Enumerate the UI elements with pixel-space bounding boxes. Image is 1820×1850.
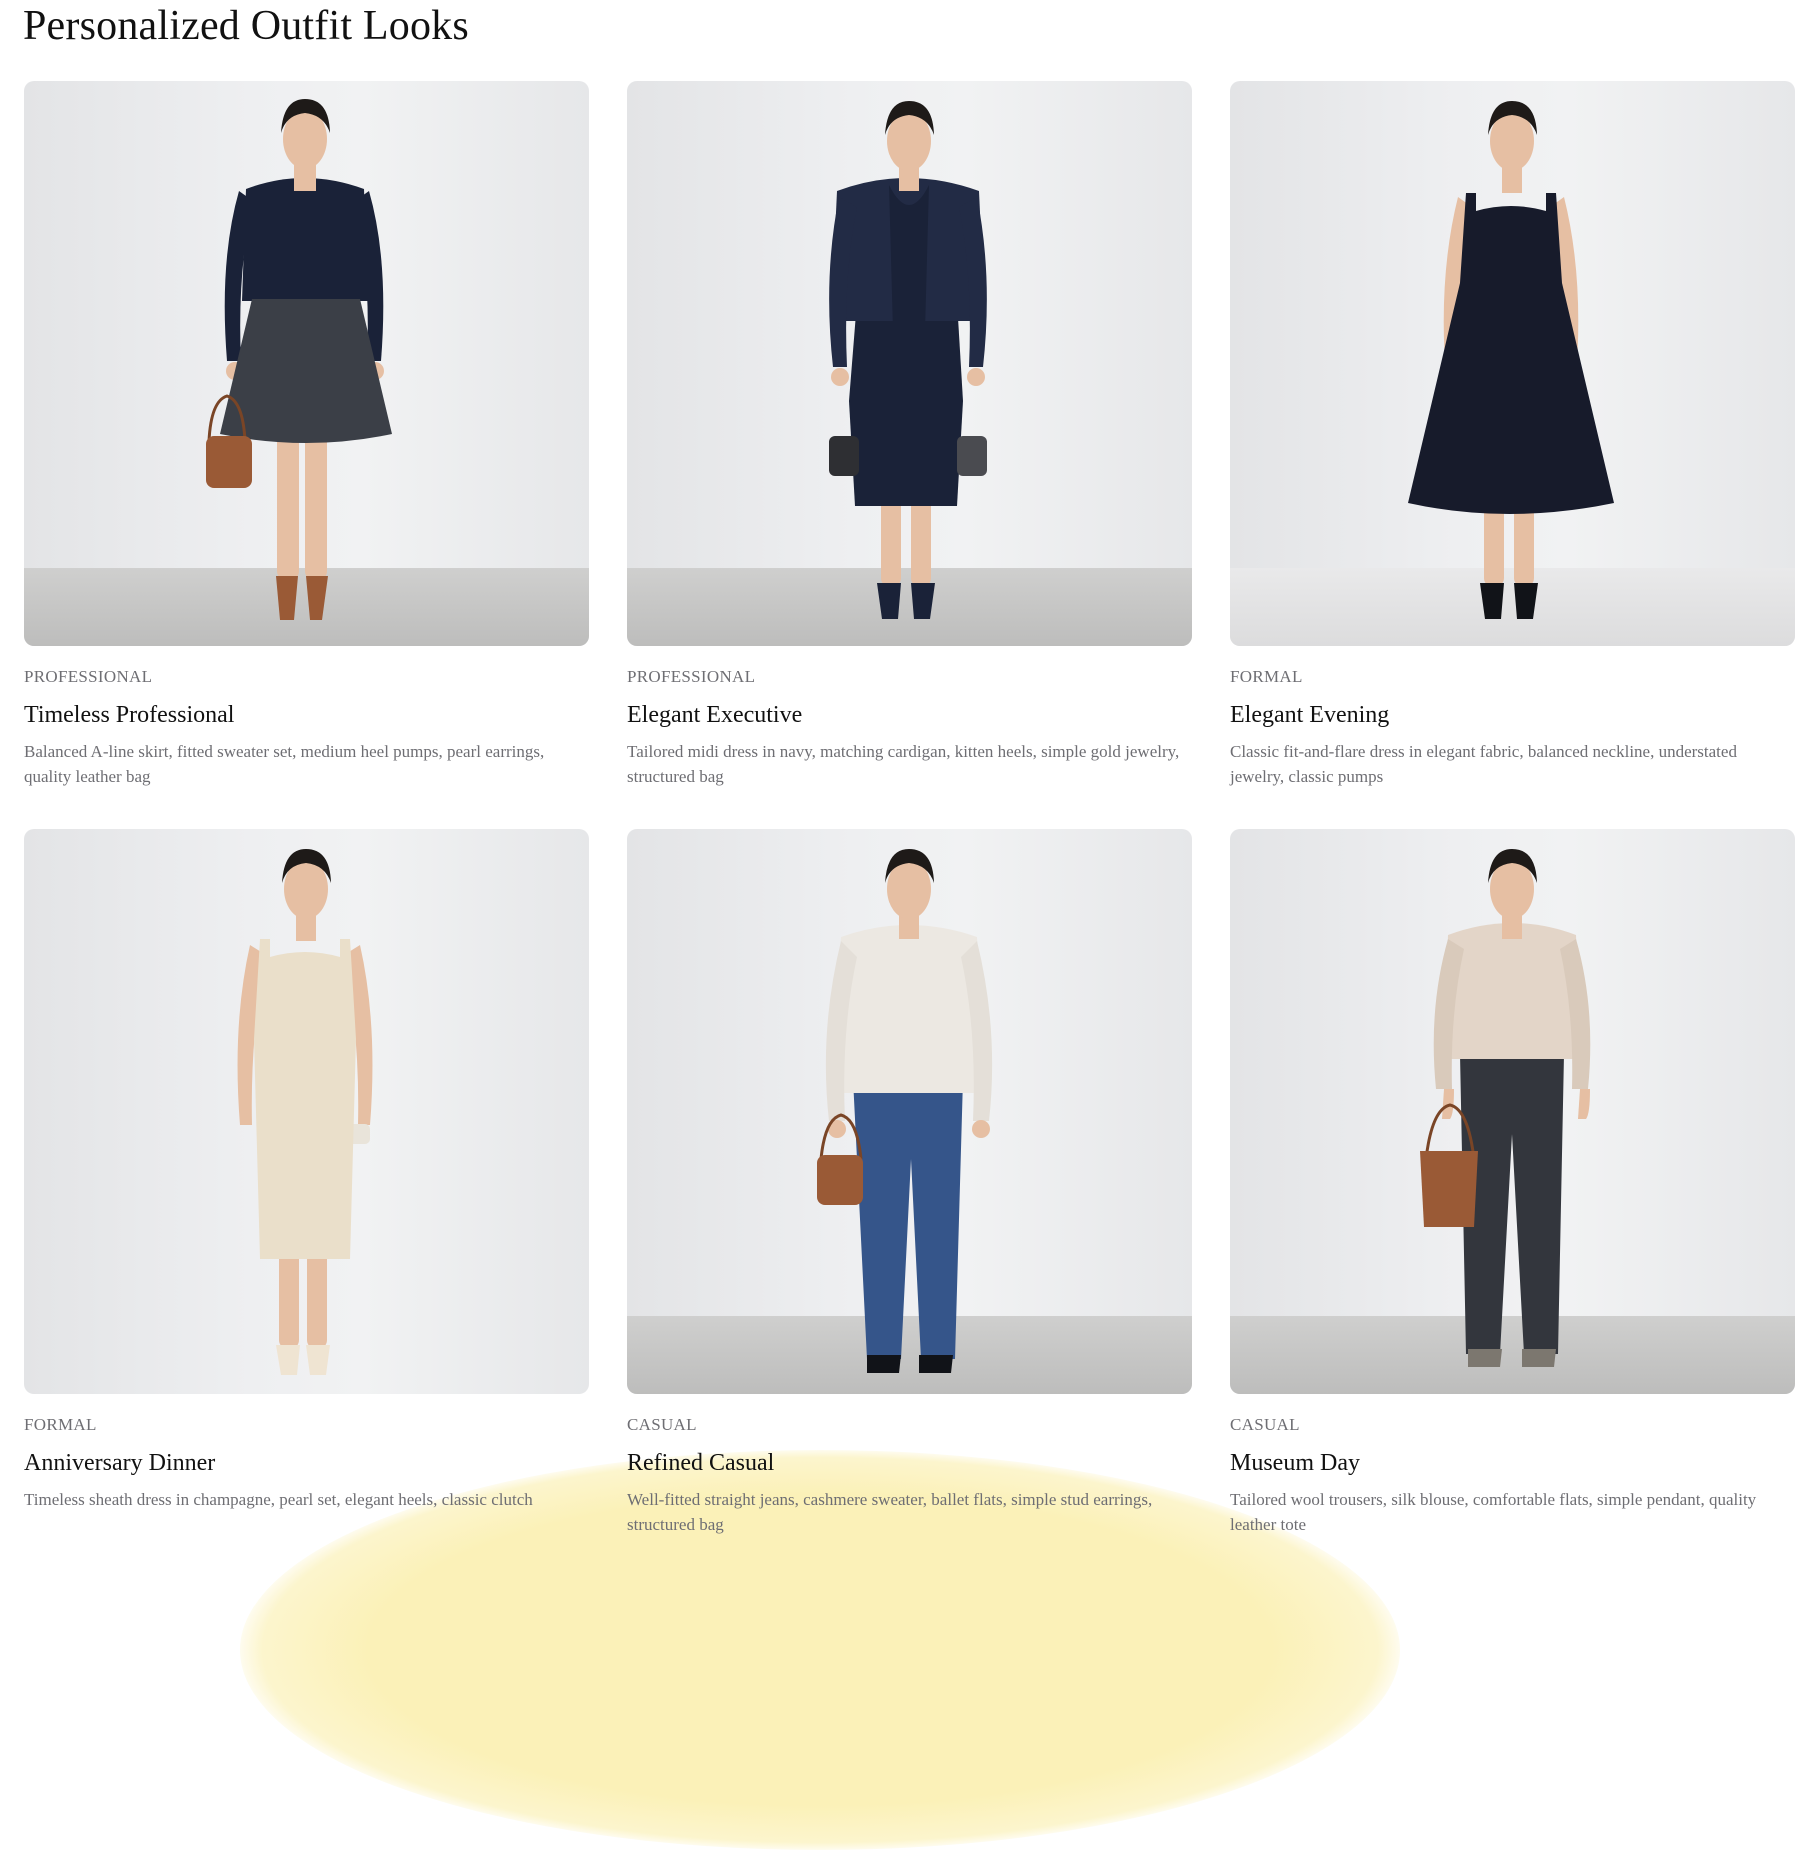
outfit-category: CASUAL bbox=[627, 1415, 697, 1434]
outfit-card-museum-day[interactable]: CASUAL Museum Day Tailored wool trousers… bbox=[1230, 829, 1795, 1537]
outfit-description: Tailored midi dress in navy, matching ca… bbox=[627, 742, 1180, 786]
outfit-category: CASUAL bbox=[1230, 1415, 1300, 1434]
model-figure-image bbox=[237, 849, 373, 1375]
outfit-photo[interactable] bbox=[24, 829, 589, 1394]
outfit-title[interactable]: Museum Day bbox=[1230, 1448, 1795, 1478]
outfit-photo[interactable] bbox=[1230, 829, 1795, 1394]
outfit-title[interactable]: Refined Casual bbox=[627, 1448, 1192, 1478]
outfit-photo[interactable] bbox=[24, 81, 589, 646]
outfit-title[interactable]: Timeless Professional bbox=[24, 700, 589, 730]
outfit-title[interactable]: Anniversary Dinner bbox=[24, 1448, 589, 1478]
outfit-card-refined-casual[interactable]: CASUAL Refined Casual Well-fitted straig… bbox=[627, 829, 1192, 1537]
outfit-card-elegant-executive[interactable]: PROFESSIONAL Elegant Executive Tailored … bbox=[627, 81, 1192, 789]
model-figure-image bbox=[1408, 101, 1614, 619]
outfit-grid: PROFESSIONAL Timeless Professional Balan… bbox=[24, 81, 1796, 1537]
outfit-title[interactable]: Elegant Executive bbox=[627, 700, 1192, 730]
page-title: Personalized Outfit Looks bbox=[23, 3, 469, 49]
model-figure-image bbox=[206, 99, 392, 620]
outfit-photo[interactable] bbox=[1230, 81, 1795, 646]
outfit-description: Tailored wool trousers, silk blouse, com… bbox=[1230, 1490, 1757, 1534]
model-figure-image bbox=[829, 101, 987, 619]
outfit-description: Well-fitted straight jeans, cashmere swe… bbox=[627, 1490, 1153, 1534]
model-figure-image bbox=[1420, 849, 1591, 1367]
outfit-category: PROFESSIONAL bbox=[627, 667, 756, 686]
outfit-category: FORMAL bbox=[24, 1415, 97, 1434]
outfit-category: PROFESSIONAL bbox=[24, 667, 153, 686]
outfit-category: FORMAL bbox=[1230, 667, 1303, 686]
outfit-card-elegant-evening[interactable]: FORMAL Elegant Evening Classic fit-and-f… bbox=[1230, 81, 1795, 789]
outfit-description: Timeless sheath dress in champagne, pear… bbox=[24, 1490, 533, 1509]
outfit-description: Balanced A-line skirt, fitted sweater se… bbox=[24, 742, 545, 786]
outfit-title[interactable]: Elegant Evening bbox=[1230, 700, 1795, 730]
outfit-photo[interactable] bbox=[627, 829, 1192, 1394]
model-figure-image bbox=[817, 849, 993, 1373]
outfit-card-anniversary-dinner[interactable]: FORMAL Anniversary Dinner Timeless sheat… bbox=[24, 829, 589, 1537]
outfit-photo[interactable] bbox=[627, 81, 1192, 646]
outfit-description: Classic fit-and-flare dress in elegant f… bbox=[1230, 742, 1737, 786]
outfit-card-timeless-professional[interactable]: PROFESSIONAL Timeless Professional Balan… bbox=[24, 81, 589, 789]
